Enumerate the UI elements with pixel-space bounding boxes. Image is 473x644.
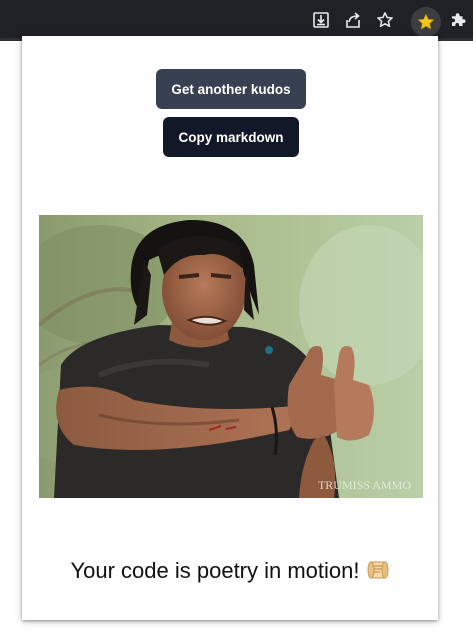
- share-icon[interactable]: [343, 10, 363, 30]
- kudos-popup: Get another kudos Copy markdown TRUMISS …: [22, 36, 438, 620]
- scroll-icon: [366, 559, 390, 587]
- extensions-puzzle-icon[interactable]: [448, 10, 468, 30]
- watermark-text: TRUMISS AMMO: [318, 478, 411, 492]
- kudos-message: Your code is poetry in motion!: [22, 558, 438, 587]
- download-icon[interactable]: [311, 10, 331, 30]
- get-another-kudos-button[interactable]: Get another kudos: [156, 69, 306, 109]
- bookmark-star-icon[interactable]: [375, 10, 395, 30]
- copy-markdown-button[interactable]: Copy markdown: [163, 117, 299, 157]
- browser-toolbar: [0, 0, 473, 40]
- extension-kudos-icon[interactable]: [411, 7, 441, 37]
- thumbs-up-photo: TRUMISS AMMO: [39, 215, 423, 498]
- kudos-message-text: Your code is poetry in motion!: [70, 558, 360, 583]
